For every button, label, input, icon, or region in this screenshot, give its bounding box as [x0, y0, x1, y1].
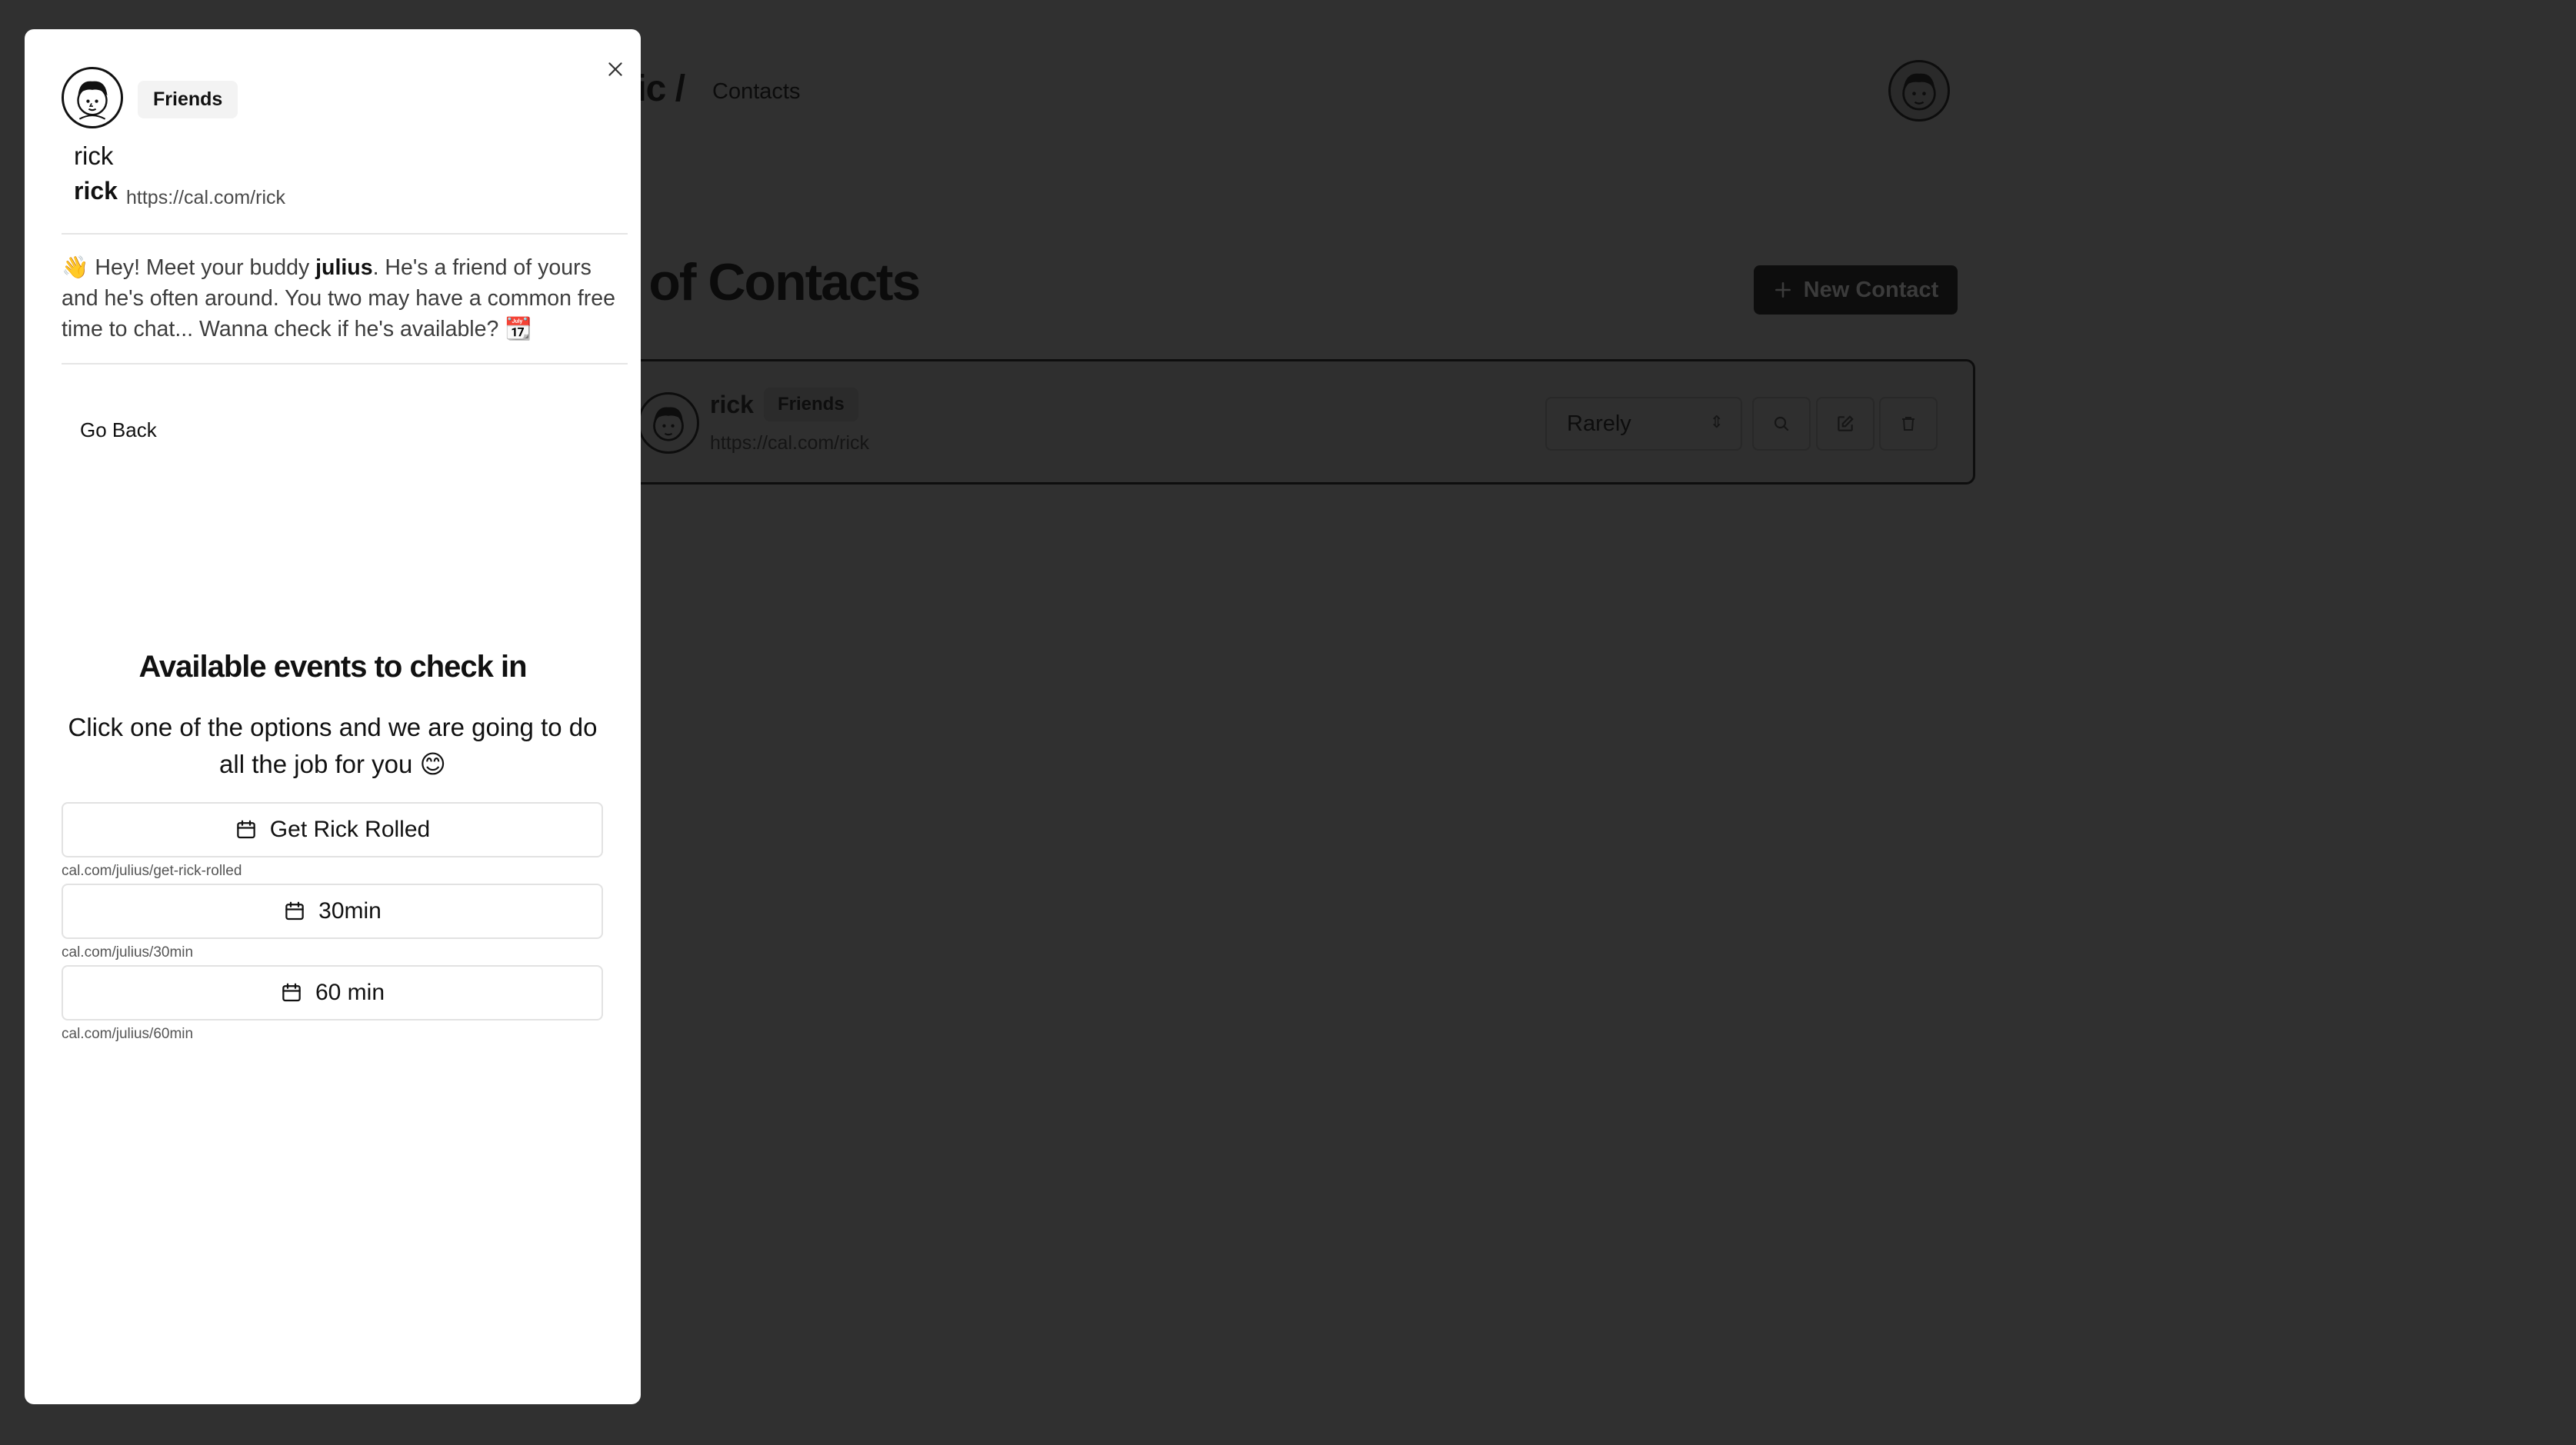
plus-icon — [1775, 282, 1791, 298]
contact-tag: Friends — [764, 388, 858, 421]
modal-contact-avatar — [62, 67, 123, 128]
event-button-30min[interactable]: 30min — [62, 884, 603, 939]
frequency-select[interactable]: Rarely ⇕ — [1545, 397, 1742, 451]
event-link: cal.com/julius/get-rick-rolled — [62, 863, 242, 879]
events-subtitle: Click one of the options and we are goin… — [68, 713, 598, 778]
go-back-button[interactable]: Go Back — [80, 409, 157, 451]
message-text-start: 👋 Hey! Meet your buddy — [62, 255, 316, 280]
edit-icon — [1838, 415, 1854, 431]
search-icon — [1774, 416, 1789, 431]
new-contact-label: New Contact — [1803, 277, 1939, 302]
modal-contact-name: rick — [74, 142, 114, 170]
delete-contact-button[interactable] — [1879, 397, 1938, 451]
modal-contact-handle: rick — [74, 177, 118, 205]
contact-url[interactable]: https://cal.com/rick — [710, 432, 869, 454]
event-button-60min[interactable]: 60 min — [62, 965, 603, 1020]
divider — [62, 363, 628, 365]
event-button-get-rick-rolled[interactable]: Get Rick Rolled — [62, 802, 603, 857]
event-link: cal.com/julius/60min — [62, 1026, 194, 1042]
contact-avatar — [638, 392, 699, 454]
frequency-value: Rarely — [1567, 411, 1631, 436]
search-contact-button[interactable] — [1752, 397, 1811, 451]
modal-contact-tag: Friends — [138, 81, 238, 118]
event-label: 30min — [318, 898, 382, 924]
event-label: Get Rick Rolled — [269, 817, 431, 842]
close-modal-button[interactable] — [598, 52, 632, 86]
buddy-message: 👋 Hey! Meet your buddy julius. He's a fr… — [62, 252, 631, 345]
new-contact-button[interactable]: New Contact — [1754, 265, 1958, 315]
event-label: 60 min — [315, 980, 385, 1005]
divider — [62, 233, 628, 235]
events-title: Available events to check in — [138, 650, 527, 684]
calendar-icon — [282, 983, 301, 1002]
contact-card: rick Friends https://cal.com/rick Rarely… — [608, 359, 1975, 484]
edit-contact-button[interactable] — [1816, 397, 1875, 451]
buddy-name: julius — [315, 255, 373, 280]
calendar-icon — [285, 901, 304, 921]
chevron-updown-icon: ⇕ — [1709, 412, 1724, 431]
contact-name: rick — [710, 391, 754, 418]
close-icon — [608, 62, 622, 76]
breadcrumb-contacts[interactable]: Contacts — [712, 79, 800, 105]
calendar-icon — [237, 820, 255, 839]
trash-icon — [1902, 417, 1915, 431]
page-title: st of Contacts — [592, 253, 921, 311]
user-avatar[interactable] — [1888, 60, 1950, 122]
event-link: cal.com/julius/30min — [62, 944, 194, 961]
modal-contact-url[interactable]: https://cal.com/rick — [126, 187, 285, 209]
